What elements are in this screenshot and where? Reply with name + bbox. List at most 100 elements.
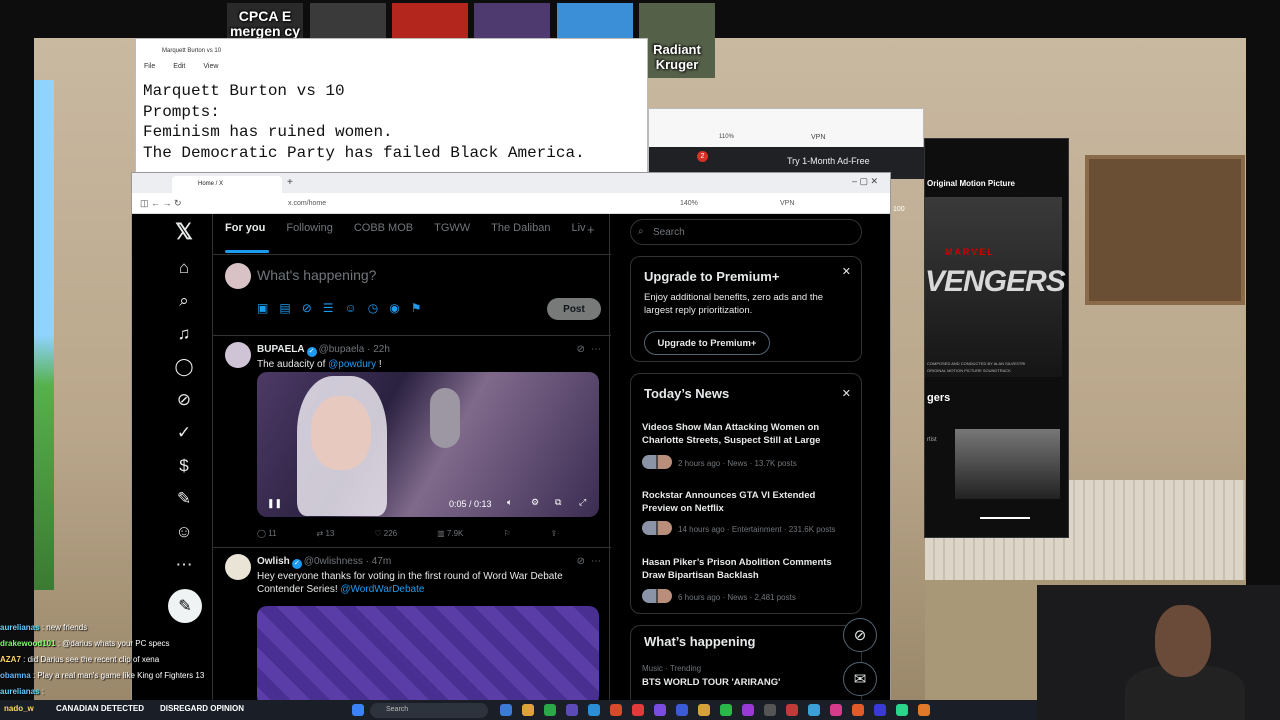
avatar[interactable] — [225, 263, 251, 289]
close-icon[interactable]: ✕ — [842, 387, 851, 400]
author-handle[interactable]: @0wlishness · 47m — [304, 556, 391, 567]
volume-slider[interactable] — [980, 517, 1030, 519]
taskbar-app-icon[interactable] — [720, 704, 732, 716]
tab-live[interactable]: Liv — [571, 222, 585, 246]
taskbar-app-icon[interactable] — [918, 704, 930, 716]
taskbar-app-icon[interactable] — [676, 704, 688, 716]
author-name[interactable]: BUPAELA — [257, 344, 305, 355]
poll-icon[interactable]: ☰ — [323, 301, 334, 315]
music-player-window[interactable]: Original Motion Picture MARVEL VENGERS C… — [924, 138, 1069, 538]
taskbar-app-icon[interactable] — [808, 704, 820, 716]
taskbar-app-icon[interactable] — [852, 704, 864, 716]
notepad-text[interactable]: Marquett Burton vs 10 Prompts: Feminism ha… — [143, 81, 585, 163]
tab-for-you[interactable]: For you — [225, 222, 265, 246]
home-icon[interactable]: ⌂ — [170, 254, 198, 282]
browser-tab[interactable]: Home / X — [172, 176, 282, 193]
more-icon[interactable]: ⋯ — [170, 551, 198, 579]
taskbar-app-icon[interactable] — [874, 704, 886, 716]
settings-icon[interactable]: ⚙ — [531, 497, 539, 508]
compose-box[interactable]: What's happening? ▣ ▤ ⊘ ☰ ☺ ◷ ◉ ⚑ Post — [213, 254, 611, 336]
x-logo-icon[interactable]: 𝕏 — [170, 218, 198, 246]
mention-link[interactable]: @WordWarDebate — [340, 584, 424, 595]
new-tab-button[interactable]: + — [287, 177, 293, 188]
nav-buttons[interactable]: ◫ ← → ↻ — [140, 198, 182, 209]
tab-following[interactable]: Following — [286, 222, 332, 246]
news-headline[interactable]: Rockstar Announces GTA VI Extended Previ… — [642, 490, 852, 515]
taskbar-app-icon[interactable] — [500, 704, 512, 716]
taskbar-app-icon[interactable] — [896, 704, 908, 716]
avatar[interactable] — [225, 554, 251, 580]
author-name[interactable]: Owlish — [257, 556, 290, 567]
taskbar-app-icon[interactable] — [522, 704, 534, 716]
upgrade-button[interactable]: Upgrade to Premium+ — [644, 331, 770, 355]
trend-name[interactable]: BTS WORLD TOUR 'ARIRANG' — [642, 677, 852, 690]
streamer-tile[interactable]: Radiant Kruger — [639, 3, 715, 78]
news-headline[interactable]: Hasan Piker’s Prison Abolition Comments … — [642, 557, 852, 582]
taskbar-app-icon[interactable] — [544, 704, 556, 716]
avatar[interactable] — [225, 342, 251, 368]
taskbar-app-icon[interactable] — [786, 704, 798, 716]
flag-icon[interactable]: ⚑ — [411, 301, 422, 315]
address-bar[interactable]: ◫ ← → ↻ x.com/home 140% VPN — [132, 193, 890, 214]
compose-input[interactable]: What's happening? — [257, 267, 376, 283]
add-tab-icon[interactable]: + — [587, 222, 595, 237]
menu-view[interactable]: View — [203, 63, 218, 70]
tab-tgww[interactable]: TGWW — [434, 222, 470, 246]
window-controls[interactable]: – ▢ ✕ — [852, 176, 878, 187]
grok-icon[interactable]: ⊘ — [577, 556, 585, 567]
back-vpn[interactable]: VPN — [811, 134, 825, 141]
back-browser-window[interactable]: 110% VPN 2 Try 1-Month Ad-Free — [648, 108, 925, 179]
tab-cobb-mob[interactable]: COBB MOB — [354, 222, 413, 246]
vpn-button[interactable]: VPN — [780, 200, 794, 207]
fullscreen-icon[interactable]: ⤢ — [579, 497, 586, 508]
bookmark-icon[interactable]: ⚐ — [503, 529, 510, 538]
tweet-image[interactable] — [257, 606, 599, 706]
messages-icon[interactable]: ✉ — [843, 662, 877, 696]
mention-link[interactable]: @powdury — [328, 359, 376, 370]
notepad-window[interactable]: Marquett Burton vs 10 File Edit View Mar… — [135, 38, 648, 178]
author-handle[interactable]: @bupaela · 22h — [319, 344, 390, 355]
reply-button[interactable]: ◯ 11 — [257, 529, 277, 538]
grok-icon[interactable]: ⊘ — [577, 344, 585, 355]
tweet[interactable]: BUPAELA ✓ @bupaela · 22h ⊘ ⋯ The audacity … — [213, 336, 611, 548]
menu-edit[interactable]: Edit — [173, 63, 185, 70]
url-text[interactable]: x.com/home — [288, 200, 326, 207]
grok-icon[interactable]: ⊘ — [170, 386, 198, 414]
repost-button[interactable]: ⇄ 13 — [317, 529, 335, 538]
compose-fab-icon[interactable]: ✎ — [168, 589, 202, 623]
tweet[interactable]: Owlish ✓ @0wlishness · 47m ⊘ ⋯ Hey everyon… — [213, 548, 611, 706]
taskbar-app-icon[interactable] — [654, 704, 666, 716]
taskbar-app-icon[interactable] — [742, 704, 754, 716]
emoji-icon[interactable]: ☺ — [345, 301, 357, 315]
share-icon[interactable]: ⇪ — [551, 529, 558, 538]
close-icon[interactable]: ✕ — [842, 265, 851, 278]
video-player[interactable]: ❚❚ 0:05 / 0:13 🔈︎ ⚙ ⧉ ⤢ — [257, 372, 599, 517]
more-icon[interactable]: ⋯ — [591, 344, 601, 355]
schedule-icon[interactable]: ◷ — [368, 301, 378, 315]
grok-compose-icon[interactable]: ⊘ — [302, 301, 312, 315]
menu-file[interactable]: File — [144, 63, 155, 70]
profile-icon[interactable]: ☺ — [170, 518, 198, 546]
views-button[interactable]: ▥ 7.9K — [437, 529, 463, 538]
like-button[interactable]: ♡ 226 — [374, 529, 397, 538]
taskbar-app-icon[interactable] — [698, 704, 710, 716]
search-input[interactable]: ⌕ Search — [630, 219, 862, 245]
search-icon[interactable]: ⌕ — [170, 287, 198, 315]
notes-icon[interactable]: ✎ — [170, 485, 198, 513]
bell-icon[interactable]: ♫ — [170, 320, 198, 348]
gif-icon[interactable]: ▤ — [279, 301, 290, 315]
news-headline[interactable]: Videos Show Man Attacking Women on Charl… — [642, 422, 852, 447]
pip-icon[interactable]: ⧉ — [555, 497, 561, 508]
taskbar-app-icon[interactable] — [610, 704, 622, 716]
image-icon[interactable]: ▣ — [257, 301, 268, 315]
taskbar-search[interactable]: Search — [370, 703, 488, 718]
dollar-icon[interactable]: $ — [170, 452, 198, 480]
more-icon[interactable]: ⋯ — [591, 556, 601, 567]
post-button[interactable]: Post — [547, 298, 601, 320]
taskbar-app-icon[interactable] — [588, 704, 600, 716]
taskbar-app-icon[interactable] — [566, 704, 578, 716]
taskbar-app-icon[interactable] — [830, 704, 842, 716]
messages-icon[interactable]: ◯ — [170, 353, 198, 381]
windows-start-icon[interactable] — [352, 704, 364, 716]
volume-icon[interactable]: 🔈︎ — [507, 497, 512, 508]
